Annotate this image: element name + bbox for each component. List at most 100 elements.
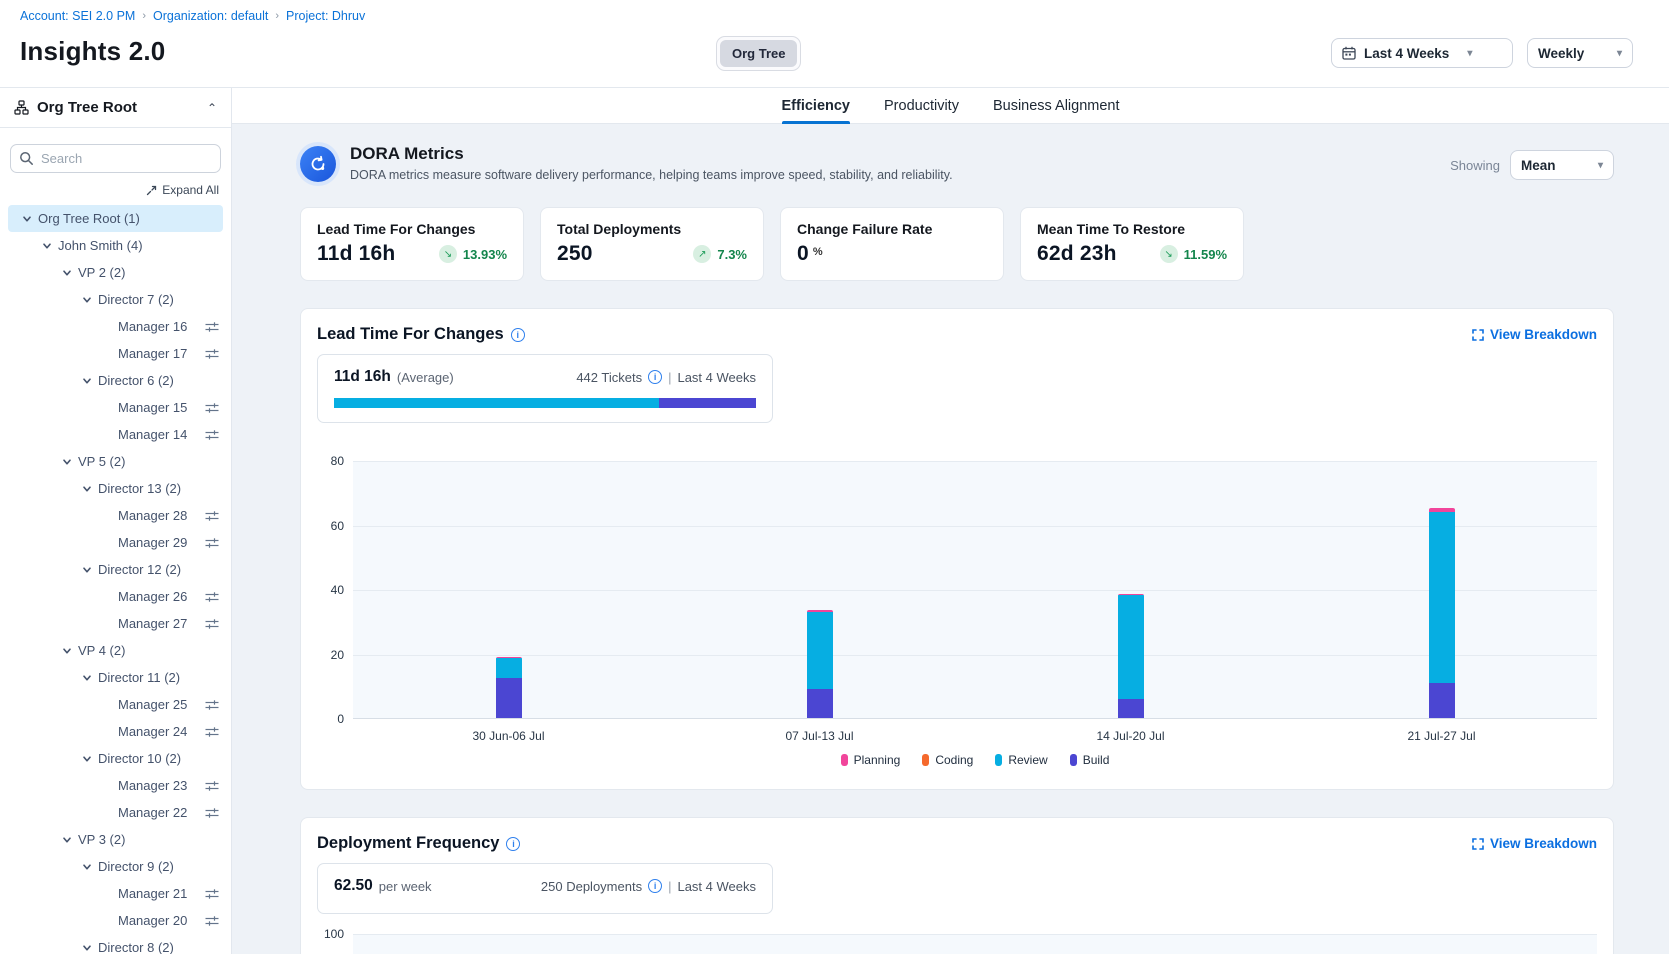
chevron-down-icon[interactable] bbox=[76, 754, 98, 764]
tree-item-label: Manager 27 bbox=[118, 616, 187, 631]
sliders-icon[interactable] bbox=[205, 618, 219, 630]
org-tree-toggle-group: Org Tree bbox=[716, 36, 801, 71]
tree-row-vp-2-2[interactable]: VP 2 (2) bbox=[8, 259, 223, 286]
y-axis-label: 80 bbox=[331, 454, 344, 468]
sliders-icon[interactable] bbox=[205, 726, 219, 738]
tree-row-director-12-2[interactable]: Director 12 (2) bbox=[8, 556, 223, 583]
chevron-down-icon[interactable] bbox=[76, 673, 98, 683]
tree-row-director-7-2[interactable]: Director 7 (2) bbox=[8, 286, 223, 313]
breadcrumb-link[interactable]: Organization: default bbox=[153, 9, 268, 23]
trend-badge: ↘13.93% bbox=[439, 245, 507, 263]
tree-row-manager-22[interactable]: Manager 22 bbox=[8, 799, 223, 826]
sidebar-collapse-chevron-up-icon[interactable]: ⌃ bbox=[207, 101, 217, 115]
expand-all-icon bbox=[146, 185, 157, 196]
tab-business-alignment[interactable]: Business Alignment bbox=[993, 88, 1120, 123]
tree-row-manager-21[interactable]: Manager 21 bbox=[8, 880, 223, 907]
tree-row-manager-25[interactable]: Manager 25 bbox=[8, 691, 223, 718]
legend-swatch bbox=[995, 754, 1002, 766]
legend-item-planning: Planning bbox=[841, 753, 901, 767]
tree-item-label: Manager 15 bbox=[118, 400, 187, 415]
tree-row-vp-3-2[interactable]: VP 3 (2) bbox=[8, 826, 223, 853]
tree-row-manager-17[interactable]: Manager 17 bbox=[8, 340, 223, 367]
top-bar: Account: SEI 2.0 PM›Organization: defaul… bbox=[0, 0, 1669, 88]
tree-row-manager-24[interactable]: Manager 24 bbox=[8, 718, 223, 745]
tree-item-label: Manager 25 bbox=[118, 697, 187, 712]
trend-badge: ↘11.59% bbox=[1160, 245, 1227, 263]
chart-bar[interactable] bbox=[1118, 594, 1144, 718]
tree-row-director-8-2[interactable]: Director 8 (2) bbox=[8, 934, 223, 954]
chevron-down-icon[interactable] bbox=[76, 565, 98, 575]
chevron-down-icon[interactable] bbox=[76, 862, 98, 872]
chart-bar-segment-review bbox=[1118, 595, 1144, 698]
tree-row-org-tree-root-1[interactable]: Org Tree Root (1) bbox=[8, 205, 223, 232]
tree-row-manager-26[interactable]: Manager 26 bbox=[8, 583, 223, 610]
tree-row-manager-20[interactable]: Manager 20 bbox=[8, 907, 223, 934]
summary-count: 442 Tickets bbox=[576, 370, 642, 385]
sliders-icon[interactable] bbox=[205, 321, 219, 333]
chevron-down-icon[interactable] bbox=[76, 484, 98, 494]
tree-row-vp-4-2[interactable]: VP 4 (2) bbox=[8, 637, 223, 664]
tree-row-manager-16[interactable]: Manager 16 bbox=[8, 313, 223, 340]
chevron-down-icon[interactable] bbox=[16, 214, 38, 224]
sliders-icon[interactable] bbox=[205, 699, 219, 711]
org-tree-toggle-button[interactable]: Org Tree bbox=[720, 40, 797, 67]
chart-bar[interactable] bbox=[1429, 508, 1455, 718]
chart-bar[interactable] bbox=[496, 657, 522, 718]
chart-bar-segment-build bbox=[1429, 683, 1455, 718]
deployment-view-breakdown-link[interactable]: View Breakdown bbox=[1472, 836, 1597, 851]
chevron-down-icon[interactable] bbox=[56, 835, 78, 845]
chevron-down-icon[interactable] bbox=[36, 241, 58, 251]
info-icon[interactable]: i bbox=[648, 879, 662, 893]
phase-bar-segment-build bbox=[659, 398, 756, 408]
expand-corners-icon bbox=[1472, 838, 1484, 850]
showing-select[interactable]: Mean ▾ bbox=[1510, 150, 1614, 180]
breadcrumb-link[interactable]: Account: SEI 2.0 PM bbox=[20, 9, 135, 23]
tree-row-manager-27[interactable]: Manager 27 bbox=[8, 610, 223, 637]
tab-efficiency[interactable]: Efficiency bbox=[782, 88, 851, 123]
tree-row-john-smith-4[interactable]: John Smith (4) bbox=[8, 232, 223, 259]
sliders-icon[interactable] bbox=[205, 915, 219, 927]
breadcrumb-link[interactable]: Project: Dhruv bbox=[286, 9, 365, 23]
chart-bar[interactable] bbox=[807, 610, 833, 718]
tree-row-manager-15[interactable]: Manager 15 bbox=[8, 394, 223, 421]
tree-row-director-13-2[interactable]: Director 13 (2) bbox=[8, 475, 223, 502]
tree-row-manager-28[interactable]: Manager 28 bbox=[8, 502, 223, 529]
sliders-icon[interactable] bbox=[205, 429, 219, 441]
tree-row-director-9-2[interactable]: Director 9 (2) bbox=[8, 853, 223, 880]
expand-all-button[interactable]: Expand All bbox=[146, 183, 219, 197]
info-icon[interactable]: i bbox=[506, 837, 520, 851]
sliders-icon[interactable] bbox=[205, 888, 219, 900]
sliders-icon[interactable] bbox=[205, 807, 219, 819]
chevron-down-icon[interactable] bbox=[56, 268, 78, 278]
calendar-icon bbox=[1342, 46, 1356, 60]
chevron-down-icon[interactable] bbox=[76, 943, 98, 953]
tree-row-director-10-2[interactable]: Director 10 (2) bbox=[8, 745, 223, 772]
sliders-icon[interactable] bbox=[205, 348, 219, 360]
legend-label: Planning bbox=[854, 753, 901, 767]
tree-row-manager-14[interactable]: Manager 14 bbox=[8, 421, 223, 448]
tree-row-director-6-2[interactable]: Director 6 (2) bbox=[8, 367, 223, 394]
tab-productivity[interactable]: Productivity bbox=[884, 88, 959, 123]
date-range-select[interactable]: Last 4 Weeks ▾ bbox=[1331, 38, 1513, 68]
sliders-icon[interactable] bbox=[205, 510, 219, 522]
chevron-down-icon[interactable] bbox=[76, 295, 98, 305]
tree-row-director-11-2[interactable]: Director 11 (2) bbox=[8, 664, 223, 691]
tree-row-manager-29[interactable]: Manager 29 bbox=[8, 529, 223, 556]
info-icon[interactable]: i bbox=[648, 370, 662, 384]
tab-bar: Efficiency Productivity Business Alignment bbox=[232, 88, 1669, 124]
tree-row-vp-5-2[interactable]: VP 5 (2) bbox=[8, 448, 223, 475]
sliders-icon[interactable] bbox=[205, 537, 219, 549]
lead-time-view-breakdown-link[interactable]: View Breakdown bbox=[1472, 327, 1597, 342]
sliders-icon[interactable] bbox=[205, 780, 219, 792]
info-icon[interactable]: i bbox=[511, 328, 525, 342]
tree-item-label: John Smith (4) bbox=[58, 238, 143, 253]
tree-item-label: Manager 17 bbox=[118, 346, 187, 361]
granularity-select[interactable]: Weekly ▾ bbox=[1527, 38, 1633, 68]
chevron-down-icon[interactable] bbox=[56, 457, 78, 467]
search-input[interactable] bbox=[10, 144, 221, 173]
chevron-down-icon[interactable] bbox=[76, 376, 98, 386]
sliders-icon[interactable] bbox=[205, 402, 219, 414]
tree-row-manager-23[interactable]: Manager 23 bbox=[8, 772, 223, 799]
chevron-down-icon[interactable] bbox=[56, 646, 78, 656]
sliders-icon[interactable] bbox=[205, 591, 219, 603]
